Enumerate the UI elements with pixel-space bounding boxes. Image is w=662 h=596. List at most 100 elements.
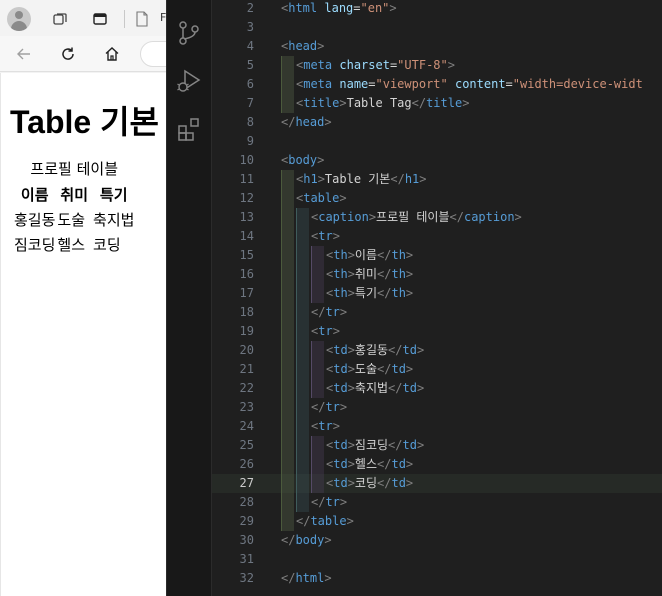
tab-actions-icon[interactable] — [89, 8, 111, 30]
code-line[interactable]: 15 <th>이름</th> — [212, 246, 662, 265]
code-text: </html> — [281, 569, 332, 588]
code-token: th — [391, 248, 406, 262]
code-line[interactable]: 2 <html lang="en"> — [212, 0, 662, 18]
code-line[interactable]: 8 </head> — [212, 113, 662, 132]
code-text: <table> — [296, 189, 347, 208]
code-token: </ — [281, 533, 296, 547]
code-token: > — [317, 39, 325, 53]
code-line[interactable]: 30 </body> — [212, 531, 662, 550]
code-token: > — [389, 1, 397, 15]
code-editor[interactable]: 2 <html lang="en"> 3 4 <head> 5 <meta charset=… — [212, 0, 662, 596]
code-line[interactable]: 3 — [212, 18, 662, 37]
code-token: > — [347, 362, 355, 376]
code-token: </ — [311, 305, 326, 319]
code-token: > — [405, 248, 414, 262]
code-token: html — [295, 571, 325, 585]
code-token: tr — [325, 305, 340, 319]
code-token: > — [347, 438, 355, 452]
address-bar[interactable] — [140, 41, 166, 67]
code-line[interactable]: 25 <td>짐코딩</td> — [212, 436, 662, 455]
refresh-icon[interactable] — [58, 44, 78, 64]
code-token: body — [295, 533, 325, 547]
code-token: </ — [390, 172, 405, 186]
code-line[interactable]: 21 <td>도술</td> — [212, 360, 662, 379]
code-line[interactable]: 29 </table> — [212, 512, 662, 531]
code-line[interactable]: 31 — [212, 550, 662, 569]
code-token: > — [347, 248, 355, 262]
code-token: > — [332, 324, 340, 338]
run-debug-icon[interactable] — [176, 68, 202, 94]
code-token: > — [368, 210, 377, 224]
code-token: > — [347, 476, 355, 490]
line-number: 21 — [239, 362, 254, 376]
line-number: 26 — [239, 457, 254, 471]
code-token: > — [339, 495, 348, 509]
indent-guide — [281, 284, 294, 303]
code-token: </ — [377, 476, 392, 490]
code-line[interactable]: 14 <tr> — [212, 227, 662, 246]
code-line[interactable]: 11 <h1>Table 기본</h1> — [212, 170, 662, 189]
home-icon[interactable] — [102, 44, 122, 64]
table-cell: 코딩 — [93, 236, 121, 254]
code-token: > — [462, 96, 470, 110]
code-text: <h1>Table 기본</h1> — [296, 170, 427, 189]
indent-guide — [281, 398, 294, 417]
line-number: 18 — [239, 305, 254, 319]
code-line[interactable]: 23 </tr> — [212, 398, 662, 417]
code-token: charset — [332, 58, 390, 72]
code-line[interactable]: 12 <table> — [212, 189, 662, 208]
code-token: table — [310, 514, 347, 528]
code-line[interactable]: 20 <td>홍길동</td> — [212, 341, 662, 360]
code-token: > — [324, 115, 332, 129]
code-token: Table Tag — [346, 96, 412, 110]
source-control-icon[interactable] — [176, 20, 202, 46]
profile-avatar[interactable] — [7, 7, 31, 31]
code-line[interactable]: 9 — [212, 132, 662, 151]
indent-guide — [311, 284, 324, 303]
code-line[interactable]: 17 <th>특기</th> — [212, 284, 662, 303]
code-text: <td>도술</td> — [326, 360, 413, 379]
code-token: h1 — [404, 172, 420, 186]
back-icon[interactable] — [14, 44, 34, 64]
code-line[interactable]: 4 <head> — [212, 37, 662, 56]
code-line[interactable]: 32 </html> — [212, 569, 662, 588]
code-line[interactable]: 7 <title>Table Tag</title> — [212, 94, 662, 113]
code-line[interactable]: 26 <td>헬스</td> — [212, 455, 662, 474]
code-text: <title>Table Tag</title> — [296, 94, 469, 113]
extensions-icon[interactable] — [176, 116, 202, 142]
code-line[interactable]: 27 <td>코딩</td> — [212, 474, 662, 493]
table-cell: 짐코딩 — [14, 236, 56, 254]
code-line[interactable]: 10 <body> — [212, 151, 662, 170]
code-token: </ — [377, 248, 392, 262]
code-line[interactable]: 5 <meta charset="UTF-8"> — [212, 56, 662, 75]
indent-guide — [311, 360, 324, 379]
code-line[interactable]: 24 <tr> — [212, 417, 662, 436]
indent-guide — [311, 455, 324, 474]
indent-guide — [281, 455, 294, 474]
code-line[interactable]: 13 <caption>프로필 테이블</caption> — [212, 208, 662, 227]
code-line[interactable]: 16 <th>취미</th> — [212, 265, 662, 284]
code-line[interactable]: 6 <meta name="viewport" content="width=de… — [212, 75, 662, 94]
code-token: "viewport" — [375, 77, 448, 91]
tab-separator — [124, 10, 125, 28]
code-token: > — [416, 381, 425, 395]
code-token: "width=device-widt — [512, 77, 643, 91]
code-token: td — [402, 438, 417, 452]
indent-guide — [281, 189, 294, 208]
code-line[interactable]: 28 </tr> — [212, 493, 662, 512]
line-number: 19 — [239, 324, 254, 338]
line-number: 7 — [246, 96, 254, 110]
code-line[interactable]: 18 </tr> — [212, 303, 662, 322]
indent-guide — [296, 284, 309, 303]
workspaces-icon[interactable] — [49, 8, 71, 30]
code-line[interactable]: 22 <td>축지법</td> — [212, 379, 662, 398]
code-token: 이름 — [354, 248, 378, 262]
page-heading: Table 기본 — [10, 104, 159, 140]
code-token: td — [333, 476, 348, 490]
code-line[interactable]: 19 <tr> — [212, 322, 662, 341]
line-number: 4 — [246, 39, 254, 53]
code-token: title — [426, 96, 463, 110]
line-number: 13 — [239, 210, 254, 224]
code-token: html — [288, 1, 318, 15]
indent-guide — [281, 303, 294, 322]
